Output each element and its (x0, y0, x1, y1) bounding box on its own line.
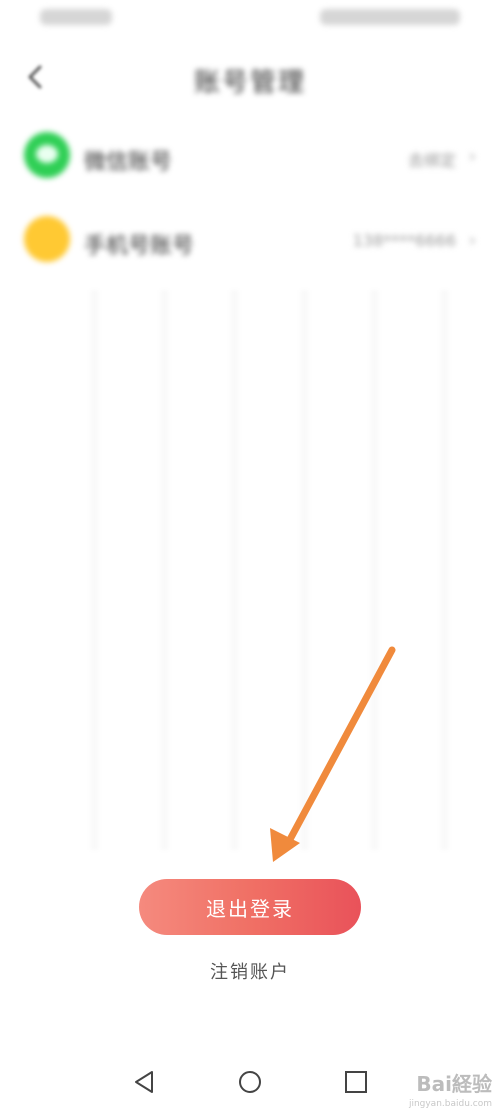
square-recent-icon[interactable] (342, 1068, 370, 1096)
watermark-logo: Bai経验 (416, 1072, 492, 1096)
chevron-right-icon: › (468, 230, 476, 251)
triangle-back-icon[interactable] (130, 1068, 158, 1096)
account-label: 手机号账号 (84, 234, 195, 259)
status-bar (0, 0, 500, 40)
chevron-right-icon: › (468, 146, 476, 167)
watermark-site: jingyan.baidu.com (408, 1099, 492, 1109)
account-value: 去绑定 (407, 151, 456, 170)
phone-icon (24, 216, 70, 262)
account-value: 138****6666 (352, 231, 456, 250)
circle-home-icon[interactable] (236, 1068, 264, 1096)
page-title: 账号管理 (193, 68, 306, 98)
account-label: 微信账号 (84, 150, 173, 175)
cancel-account-link[interactable]: 注销账户 (0, 958, 500, 984)
screen: 账号管理 微信账号 去绑定 › 手机号账号 138****6666 › 退出登录… (0, 0, 500, 1111)
background-streaks (60, 290, 480, 850)
logout-button[interactable]: 退出登录 (139, 879, 361, 935)
status-left-blurred (40, 9, 112, 25)
account-row-phone[interactable]: 手机号账号 138****6666 › (0, 200, 500, 280)
header: 账号管理 (0, 50, 500, 106)
wechat-icon (24, 132, 70, 178)
account-row-wechat[interactable]: 微信账号 去绑定 › (0, 116, 500, 196)
status-right-blurred (320, 9, 460, 25)
